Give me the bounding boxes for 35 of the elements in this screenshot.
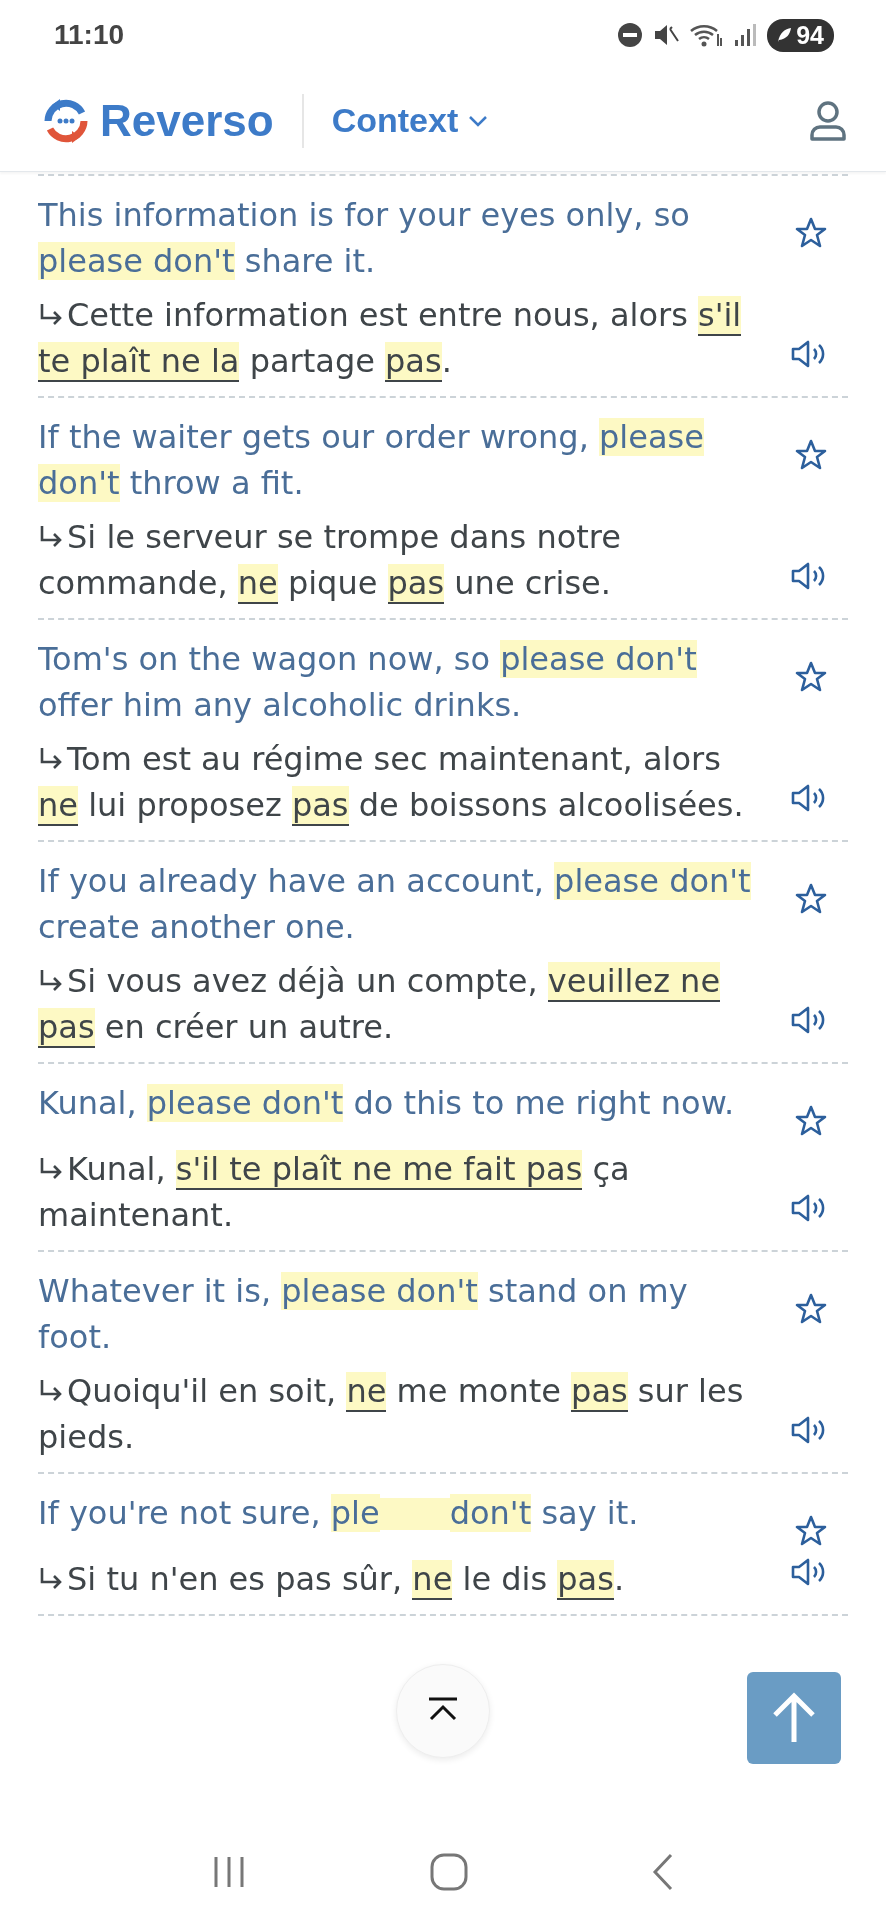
back-icon[interactable] [651,1852,675,1892]
signal-icon [733,22,758,48]
user-icon[interactable] [808,98,848,143]
translation-sentence: Kunal, s'il te plaît ne me fait pas ça maintenant. [38,1149,631,1236]
arrow-up-icon [771,1692,817,1744]
translation-sentence: Si le serveur se trompe dans notre commande, ne pique pas une crise. [38,517,622,606]
translation-sentence: Si vous avez déjà un compte, veuillez ne pas en créer un autre. [38,961,722,1050]
battery-indicator: 94 [767,18,834,52]
star-icon[interactable] [794,660,828,694]
example-sentence: If you already have an account, please don't create another one. [38,861,752,948]
example-sentence: If you're not sure, ple don't say it. [38,1493,640,1534]
star-icon[interactable] [794,438,828,472]
translation-sentence: Cette information est entre nous, alors s'il te plaît ne la partage pas. [38,295,743,384]
star-icon[interactable] [794,216,828,250]
chevron-down-icon [468,113,489,128]
star-icon[interactable] [794,1514,828,1548]
star-icon[interactable] [794,1292,828,1326]
example-sentence: Kunal, please don't do this to me right now. [38,1083,736,1124]
mute-icon [653,22,680,48]
wifi-icon [689,22,724,48]
back-to-top-button[interactable] [747,1672,841,1764]
example-sentence: Tom's on the wagon now, so please don't offer him any alcoholic drinks. [38,639,698,726]
translation-sentence: Tom est au régime sec maintenant, alors ne lui proposez pas de boissons alcoolisées. [38,739,745,828]
translation-sentence: Si tu n'en es pas sûr, ne le dis pas. [38,1556,764,1602]
translation-sentence: Quoiqu'il en soit, ne me monte pas sur les pieds. [38,1371,745,1458]
star-icon[interactable] [794,882,828,916]
logo-text[interactable]: Reverso [100,95,274,146]
do-not-disturb-icon [617,22,644,48]
star-icon[interactable] [794,1104,828,1138]
mode-dropdown[interactable]: Context [331,101,489,140]
example-sentence: This information is for your eyes only, so please don't share it. [38,195,691,282]
example-sentence: Whatever it is, please don't stand on my foot. [38,1271,689,1358]
example-sentence: If the waiter gets our order wrong, please don't throw a fit. [38,417,705,504]
home-icon[interactable] [429,1852,469,1892]
clock-time: 11:10 [54,19,126,51]
